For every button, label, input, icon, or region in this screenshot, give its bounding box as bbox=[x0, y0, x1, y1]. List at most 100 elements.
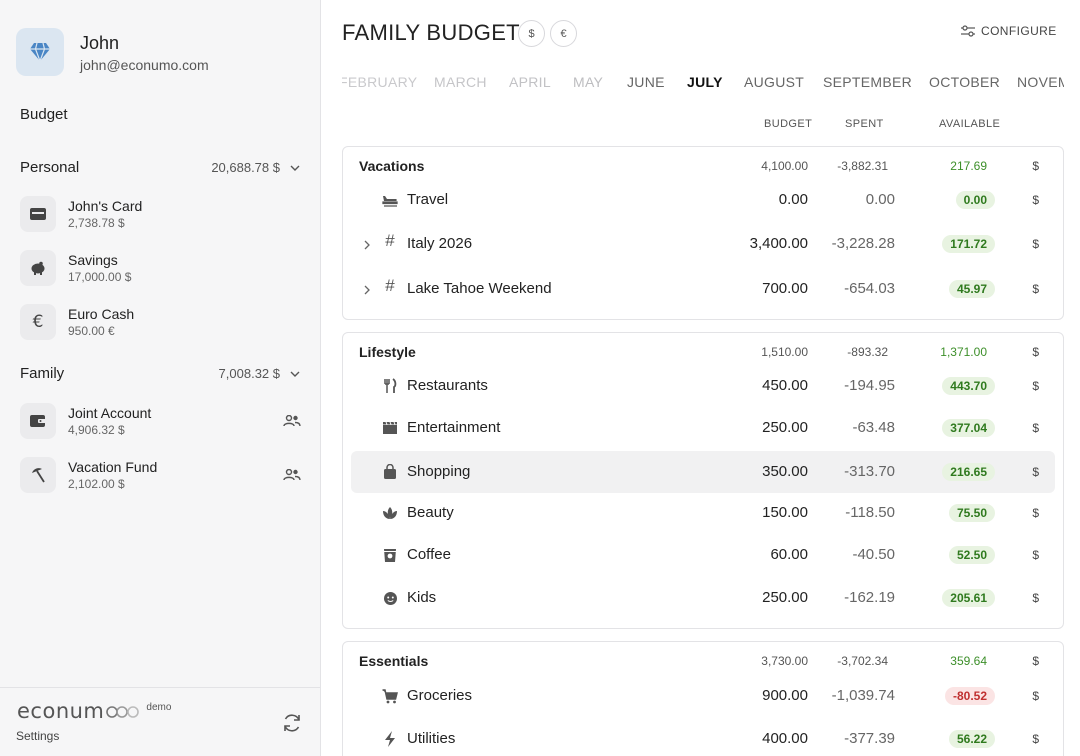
budget-item-budget[interactable]: 3,400.00 bbox=[750, 235, 808, 252]
group-name: Personal bbox=[20, 159, 80, 176]
budget-item-spent: -40.50 bbox=[852, 546, 895, 563]
budget-item-row[interactable]: Restaurants 450.00 -194.95 443.70 $ bbox=[343, 369, 1063, 403]
budget-item-name: Travel bbox=[407, 191, 449, 208]
budget-item-name: Shopping bbox=[407, 463, 471, 480]
category-currency: $ bbox=[1032, 345, 1039, 359]
budget-item-budget[interactable]: 400.00 bbox=[762, 730, 808, 747]
account-item[interactable]: Vacation Fund 2,102.00 $ bbox=[20, 457, 302, 493]
category-row[interactable]: Lifestyle 1,510.00 -893.32 1,371.00 $ bbox=[343, 333, 1063, 369]
budget-item-available: -80.52 bbox=[944, 687, 995, 705]
budget-item-currency: $ bbox=[1032, 193, 1039, 207]
budget-item-available: 443.70 bbox=[942, 377, 995, 395]
budget-item-budget[interactable]: 450.00 bbox=[762, 377, 808, 394]
budget-item-spent: -654.03 bbox=[844, 280, 895, 297]
budget-item-row[interactable]: Utilities 400.00 -377.39 56.22 $ bbox=[343, 722, 1063, 756]
budget-item-name: Kids bbox=[407, 589, 437, 606]
budget-item-budget[interactable]: 250.00 bbox=[762, 589, 808, 606]
category-name: Vacations bbox=[359, 158, 425, 174]
budget-item-budget[interactable]: 150.00 bbox=[762, 504, 808, 521]
group-total: 20,688.78 $ bbox=[211, 160, 280, 175]
month-tab-may[interactable]: MAY bbox=[573, 74, 603, 90]
month-tab-march[interactable]: MARCH bbox=[434, 74, 487, 90]
group-total: 7,008.32 $ bbox=[218, 366, 280, 381]
configure-button[interactable]: CONFIGURE bbox=[961, 24, 1057, 38]
bolt-icon bbox=[381, 730, 399, 748]
budget-item-currency: $ bbox=[1032, 689, 1039, 703]
shared-users-icon bbox=[282, 411, 302, 431]
category-spent: -3,702.34 bbox=[837, 654, 888, 668]
budget-item-row[interactable]: Beauty 150.00 -118.50 75.50 $ bbox=[343, 496, 1063, 530]
month-selector: FEBRUARY MARCH APRIL MAY JUNE JULY AUGUS… bbox=[342, 74, 1064, 94]
account-group-personal[interactable]: Personal 20,688.78 $ bbox=[20, 159, 300, 176]
month-tab-october[interactable]: OCTOBER bbox=[929, 74, 1000, 90]
budget-item-budget[interactable]: 0.00 bbox=[779, 191, 808, 208]
budget-item-available: 205.61 bbox=[942, 589, 995, 607]
wallet-icon bbox=[20, 403, 56, 439]
budget-item-currency: $ bbox=[1032, 237, 1039, 251]
account-item[interactable]: John's Card 2,738.78 $ bbox=[20, 196, 302, 232]
month-tab-april[interactable]: APRIL bbox=[509, 74, 551, 90]
account-balance: 17,000.00 $ bbox=[68, 269, 132, 284]
budget-item-budget[interactable]: 60.00 bbox=[770, 546, 808, 563]
budget-item-row[interactable]: # Lake Tahoe Weekend 700.00 -654.03 45.9… bbox=[343, 269, 1063, 309]
account-name: Joint Account bbox=[68, 404, 152, 421]
hash-icon: # bbox=[385, 276, 395, 295]
budget-item-row[interactable]: Groceries 900.00 -1,039.74 -80.52 $ bbox=[343, 679, 1063, 713]
currency-usd-button[interactable]: $ bbox=[518, 20, 545, 47]
budget-item-budget[interactable]: 700.00 bbox=[762, 280, 808, 297]
category-spent: -893.32 bbox=[847, 345, 888, 359]
chevron-down-icon[interactable] bbox=[290, 369, 300, 379]
budget-item-name: Coffee bbox=[407, 546, 451, 563]
hash-icon: # bbox=[385, 231, 395, 250]
category-row[interactable]: Essentials 3,730.00 -3,702.34 359.64 $ bbox=[343, 642, 1063, 678]
budget-item-available: 216.65 bbox=[942, 463, 995, 481]
account-item[interactable]: Joint Account 4,906.32 $ bbox=[20, 403, 302, 439]
category-available: 1,371.00 bbox=[940, 345, 987, 359]
budget-item-row[interactable]: Entertainment 250.00 -63.48 377.04 $ bbox=[343, 411, 1063, 445]
chevron-right-icon[interactable] bbox=[361, 284, 373, 296]
chevron-right-icon[interactable] bbox=[361, 239, 373, 251]
account-item[interactable]: € Euro Cash 950.00 € bbox=[20, 304, 302, 340]
currency-eur-button[interactable]: € bbox=[550, 20, 577, 47]
account-name: Savings bbox=[68, 251, 118, 268]
month-tab-june[interactable]: JUNE bbox=[627, 74, 665, 90]
budget-item-budget[interactable]: 350.00 bbox=[762, 463, 808, 480]
category-row[interactable]: Vacations 4,100.00 -3,882.31 217.69 $ bbox=[343, 147, 1063, 183]
budget-item-currency: $ bbox=[1032, 465, 1039, 479]
account-balance: 4,906.32 $ bbox=[68, 422, 125, 437]
budget-item-budget[interactable]: 900.00 bbox=[762, 687, 808, 704]
avatar bbox=[16, 28, 64, 76]
budget-item-available: 0.00 bbox=[955, 191, 995, 209]
budget-item-row[interactable]: Travel 0.00 0.00 0.00 $ bbox=[343, 183, 1063, 217]
beach-umbrella-icon bbox=[20, 457, 56, 493]
budget-item-row[interactable]: Shopping 350.00 -313.70 216.65 $ bbox=[351, 451, 1055, 493]
budget-item-currency: $ bbox=[1032, 282, 1039, 296]
chevron-down-icon[interactable] bbox=[290, 163, 300, 173]
budget-item-row[interactable]: # Italy 2026 3,400.00 -3,228.28 171.72 $ bbox=[343, 224, 1063, 264]
budget-item-currency: $ bbox=[1032, 591, 1039, 605]
category-card-lifestyle: Lifestyle 1,510.00 -893.32 1,371.00 $ Re… bbox=[342, 332, 1064, 629]
fork-knife-icon bbox=[381, 377, 399, 395]
category-available: 359.64 bbox=[950, 654, 987, 668]
budget-item-name: Italy 2026 bbox=[407, 235, 473, 252]
budget-item-row[interactable]: Coffee 60.00 -40.50 52.50 $ bbox=[343, 538, 1063, 572]
month-tab-september[interactable]: SEPTEMBER bbox=[823, 74, 912, 90]
nav-budget[interactable]: Budget bbox=[20, 106, 68, 123]
account-group-family[interactable]: Family 7,008.32 $ bbox=[20, 365, 300, 382]
sync-icon[interactable] bbox=[279, 710, 305, 736]
settings-link[interactable]: Settings bbox=[16, 729, 59, 743]
shopping-cart-icon bbox=[381, 687, 399, 705]
budget-item-available: 171.72 bbox=[942, 235, 995, 253]
budget-item-budget[interactable]: 250.00 bbox=[762, 419, 808, 436]
budget-item-name: Lake Tahoe Weekend bbox=[407, 280, 552, 297]
category-name: Essentials bbox=[359, 653, 429, 669]
credit-card-icon bbox=[20, 196, 56, 232]
month-tab-november[interactable]: NOVEMBER bbox=[1017, 74, 1064, 90]
account-item[interactable]: Savings 17,000.00 $ bbox=[20, 250, 302, 286]
month-tab-july[interactable]: JULY bbox=[687, 74, 723, 90]
budget-item-currency: $ bbox=[1032, 379, 1039, 393]
month-tab-february[interactable]: FEBRUARY bbox=[342, 74, 417, 90]
budget-item-row[interactable]: Kids 250.00 -162.19 205.61 $ bbox=[343, 581, 1063, 615]
month-tab-august[interactable]: AUGUST bbox=[744, 74, 804, 90]
user-profile[interactable]: John john@econumo.com bbox=[16, 28, 209, 76]
